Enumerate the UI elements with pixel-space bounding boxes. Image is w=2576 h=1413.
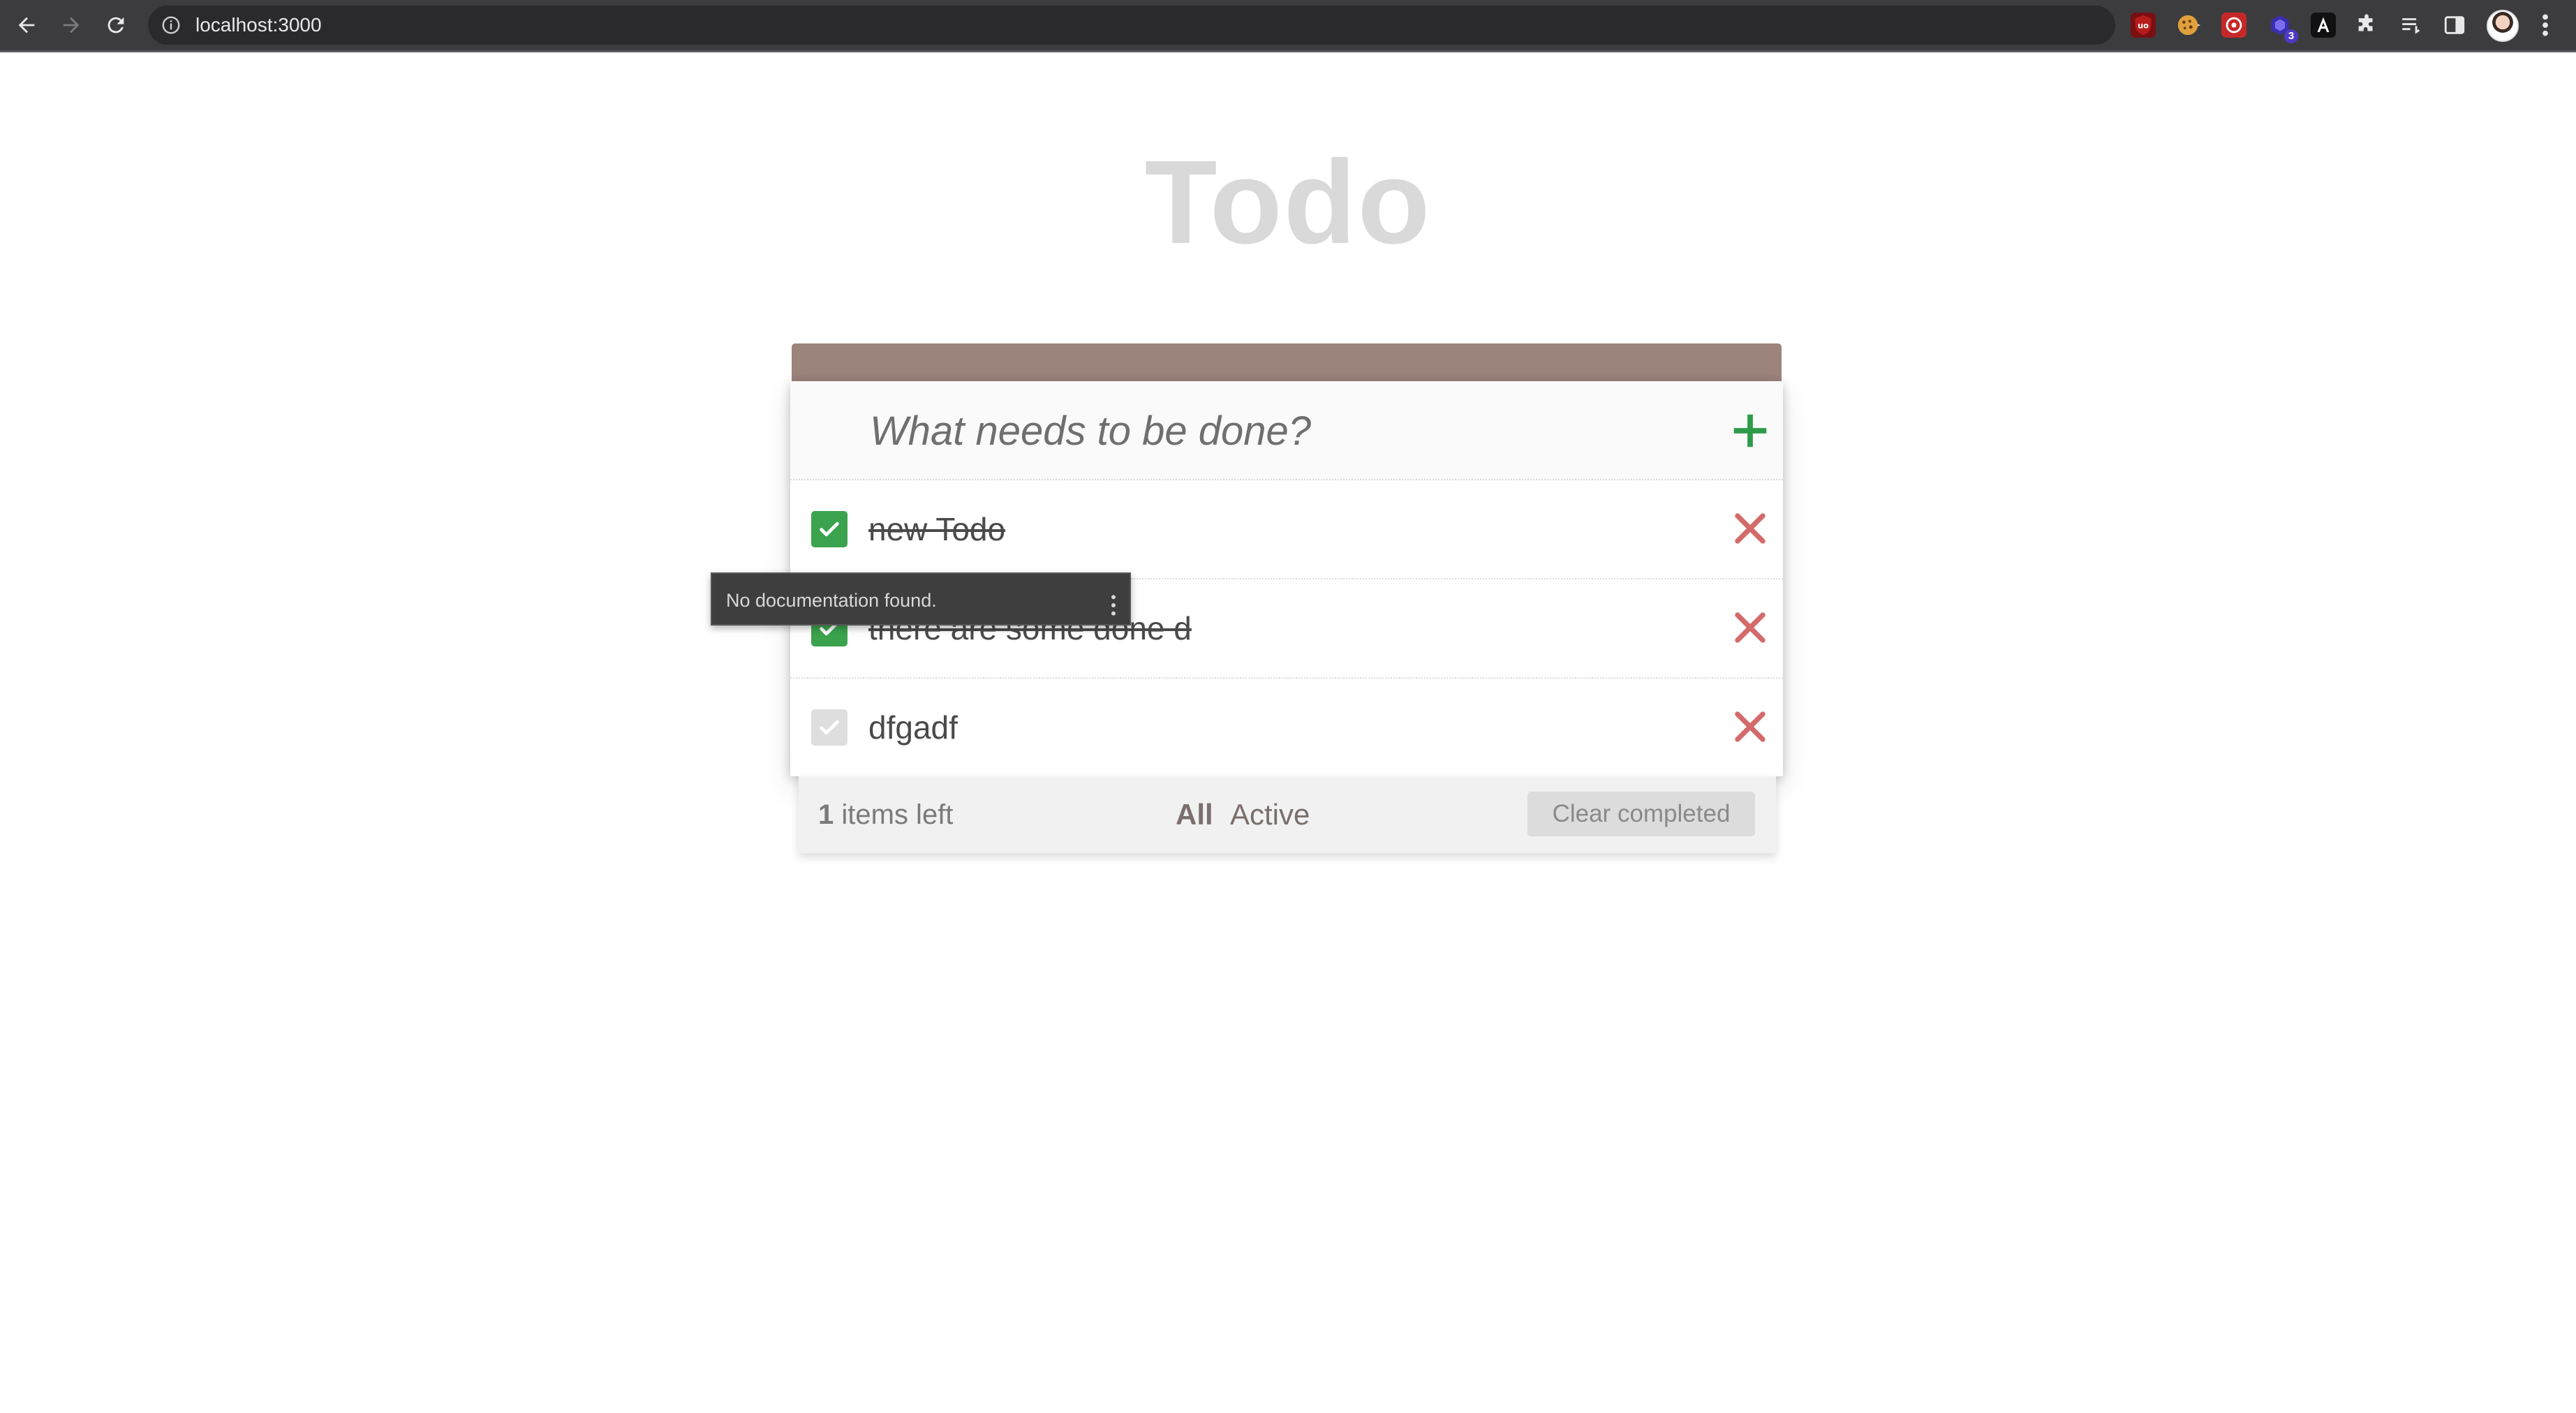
todo-item: dfgadf <box>790 679 1783 776</box>
documentation-tooltip: No documentation found. <box>711 572 1131 626</box>
items-left-label: items left <box>841 799 954 830</box>
url-text: localhost:3000 <box>195 14 322 36</box>
tooltip-more-icon[interactable] <box>1109 593 1118 617</box>
todo-text[interactable]: new Todo <box>868 480 1005 578</box>
filter-all[interactable]: All <box>1176 776 1213 853</box>
checkmark-icon <box>820 720 839 735</box>
add-todo-button[interactable] <box>1729 409 1772 452</box>
back-button[interactable] <box>11 10 42 40</box>
todo-text[interactable]: dfgadf <box>868 679 958 776</box>
browser-toolbar: localhost:3000 uo 3 <box>0 0 2576 52</box>
delete-todo-button[interactable] <box>1729 705 1772 748</box>
plus-icon <box>1733 414 1767 447</box>
reload-icon <box>108 17 124 34</box>
close-icon <box>1735 711 1766 742</box>
close-icon <box>1735 612 1766 643</box>
angular-extension-icon[interactable] <box>2311 13 2336 38</box>
new-todo-input[interactable] <box>868 397 1681 465</box>
address-bar[interactable]: localhost:3000 <box>148 6 2247 45</box>
delete-todo-button[interactable] <box>1729 606 1772 649</box>
ublock-extension-icon[interactable]: uo <box>2131 13 2156 38</box>
tooltip-text: No documentation found. <box>726 590 937 611</box>
reload-button[interactable] <box>101 10 131 40</box>
todo-card: new Todo there are some done d dfgadf <box>790 343 1783 776</box>
checkmark-icon <box>820 521 839 537</box>
clear-completed-button[interactable]: Clear completed <box>1527 792 1755 836</box>
new-todo-row <box>790 381 1783 480</box>
svg-text:uo: uo <box>2138 20 2149 30</box>
info-icon[interactable] <box>161 15 182 36</box>
card-header-bar <box>792 343 1782 381</box>
cookie-extension-icon[interactable] <box>2175 13 2200 38</box>
reading-list-icon[interactable] <box>2399 13 2424 38</box>
todo-checkbox[interactable] <box>811 709 847 746</box>
todo-checkbox[interactable] <box>811 511 847 547</box>
extension-badge: 3 <box>2284 29 2298 43</box>
items-left-counter: 1 items left <box>818 776 953 853</box>
todo-footer: 1 items left All Active Clear completed <box>799 776 1776 853</box>
hexagon-extension-icon[interactable]: 3 <box>2267 13 2298 43</box>
delete-todo-button[interactable] <box>1729 507 1772 550</box>
devtools-extension-icon[interactable] <box>2221 13 2246 38</box>
arrow-right-icon <box>63 17 80 34</box>
arrow-left-icon <box>18 17 35 34</box>
items-left-count: 1 <box>818 799 834 830</box>
side-panel-icon[interactable] <box>2442 13 2467 38</box>
puzzle-extensions-icon[interactable] <box>2354 13 2379 38</box>
browser-menu-icon[interactable] <box>2537 11 2554 39</box>
page-title: Todo <box>1144 136 1432 269</box>
todo-item: new Todo <box>790 480 1783 579</box>
profile-avatar[interactable] <box>2487 10 2519 42</box>
close-icon <box>1735 513 1766 544</box>
forward-button[interactable] <box>56 10 87 40</box>
filter-active[interactable]: Active <box>1230 776 1310 853</box>
